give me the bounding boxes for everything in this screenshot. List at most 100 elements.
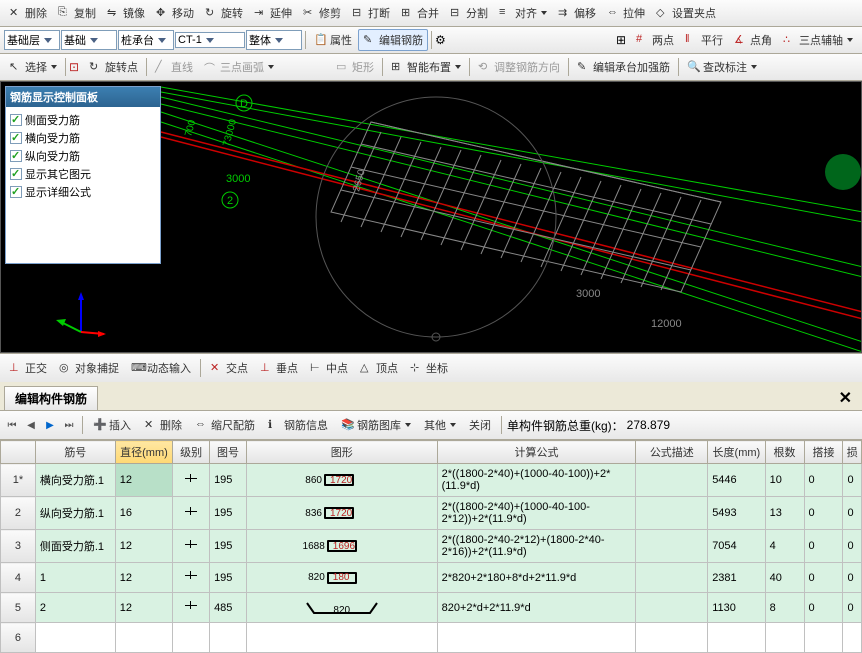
info-button[interactable]: ℹ钢筋信息 <box>263 414 333 436</box>
cell-loss[interactable]: 0 <box>843 464 862 497</box>
table-row-empty[interactable]: 6 <box>1 623 862 653</box>
select-button[interactable]: ↖选择 <box>4 56 62 78</box>
copy-button[interactable]: ⎘复制 <box>53 2 101 24</box>
cell-shape[interactable]: 820180 <box>246 563 437 593</box>
dyn-toggle[interactable]: ⌨动态输入 <box>126 357 196 379</box>
col-blank[interactable] <box>1 441 36 464</box>
cell-code[interactable]: 195 <box>210 530 247 563</box>
cell-code[interactable]: 195 <box>210 464 247 497</box>
insert-button[interactable]: ➕插入 <box>88 414 136 436</box>
nav-first[interactable]: ⏮ <box>4 417 20 433</box>
cell-grade[interactable] <box>173 530 210 563</box>
move-button[interactable]: ✥移动 <box>151 2 199 24</box>
cell-len[interactable]: 5446 <box>708 464 765 497</box>
cell-dia[interactable]: 12 <box>115 563 172 593</box>
col-code[interactable]: 图号 <box>210 441 247 464</box>
table-row[interactable]: 3侧面受力筋.112195168816962*((1800-2*40-2*12)… <box>1 530 862 563</box>
col-len[interactable]: 长度(mm) <box>708 441 765 464</box>
adjust-button[interactable]: ⟲调整钢筋方向 <box>473 56 565 78</box>
inter-toggle[interactable]: ✕交点 <box>205 357 253 379</box>
cell-code[interactable]: 485 <box>210 593 247 623</box>
twopt-button[interactable]: #两点 <box>631 29 679 51</box>
table-row[interactable]: 5212485820820+2*d+2*11.9*d1130800 <box>1 593 862 623</box>
col-name[interactable]: 筋号 <box>35 441 115 464</box>
nav-next[interactable]: ▶ <box>42 417 58 433</box>
merge-button[interactable]: ⊞合并 <box>396 2 444 24</box>
table-row[interactable]: 41121958201802*820+2*180+8*d+2*11.9*d238… <box>1 563 862 593</box>
coord-toggle[interactable]: ⊹坐标 <box>405 357 453 379</box>
table-row[interactable]: 1*横向受力筋.11219586017202*((1800-2*40)+(100… <box>1 464 862 497</box>
arc3-button[interactable]: ⌒三点画弧 <box>199 56 279 78</box>
setgrip-button[interactable]: ◇设置夹点 <box>651 2 721 24</box>
col-shape[interactable]: 图形 <box>246 441 437 464</box>
split-button[interactable]: ⊟分割 <box>445 2 493 24</box>
cell-formula[interactable]: 2*((1800-2*40)+(1000-40-100))+2*(11.9*d) <box>437 464 636 497</box>
extend-button[interactable]: ⇥延伸 <box>249 2 297 24</box>
col-desc[interactable]: 公式描述 <box>636 441 708 464</box>
mid-toggle[interactable]: ⊢中点 <box>305 357 353 379</box>
cell-desc[interactable] <box>636 530 708 563</box>
cell-dia[interactable]: 12 <box>115 593 172 623</box>
layer3-dropdown[interactable]: 桩承台 <box>118 30 174 50</box>
cell-loss[interactable]: 0 <box>843 593 862 623</box>
cell-shape[interactable]: 8601720 <box>246 464 437 497</box>
editcap-button[interactable]: ✎编辑承台加强筋 <box>572 56 675 78</box>
col-formula[interactable]: 计算公式 <box>437 441 636 464</box>
rotpt-button[interactable]: ↻旋转点 <box>84 56 143 78</box>
cell-cnt[interactable]: 4 <box>765 530 804 563</box>
perp-toggle[interactable]: ⊥垂点 <box>255 357 303 379</box>
cell-lap[interactable]: 0 <box>804 497 843 530</box>
cell-shape[interactable]: 8361720 <box>246 497 437 530</box>
col-grade[interactable]: 级别 <box>173 441 210 464</box>
cell-loss[interactable]: 0 <box>843 497 862 530</box>
cell-shape[interactable]: 820 <box>246 593 437 623</box>
cell-dia[interactable]: 12 <box>115 530 172 563</box>
apex-toggle[interactable]: △顶点 <box>355 357 403 379</box>
cell-name[interactable]: 横向受力筋.1 <box>35 464 115 497</box>
cell-len[interactable]: 2381 <box>708 563 765 593</box>
target-icon[interactable]: ⊡ <box>69 60 83 74</box>
cell-grade[interactable] <box>173 464 210 497</box>
cell-cnt[interactable]: 40 <box>765 563 804 593</box>
osnap-toggle[interactable]: ◎对象捕捉 <box>54 357 124 379</box>
cell-code[interactable]: 195 <box>210 497 247 530</box>
parallel-button[interactable]: ‖平行 <box>680 29 728 51</box>
mirror-button[interactable]: ⇋镜像 <box>102 2 150 24</box>
cell-len[interactable]: 7054 <box>708 530 765 563</box>
stretch-button[interactable]: ⇔拉伸 <box>602 2 650 24</box>
offset-button[interactable]: ⇉偏移 <box>553 2 601 24</box>
props-button[interactable]: 📋属性 <box>309 29 357 51</box>
cell-len[interactable]: 5493 <box>708 497 765 530</box>
trim-button[interactable]: ✂修剪 <box>298 2 346 24</box>
cell-grade[interactable] <box>173 563 210 593</box>
editbar-button[interactable]: ✎编辑钢筋 <box>358 29 428 51</box>
cell-lap[interactable]: 0 <box>804 593 843 623</box>
cell-lap[interactable]: 0 <box>804 464 843 497</box>
cell-shape[interactable]: 16881696 <box>246 530 437 563</box>
cell-formula[interactable]: 2*820+2*180+8*d+2*11.9*d <box>437 563 636 593</box>
cell-name[interactable]: 侧面受力筋.1 <box>35 530 115 563</box>
ortho-toggle[interactable]: ⊥正交 <box>4 357 52 379</box>
checkbox-vert[interactable] <box>10 150 22 162</box>
lib-button[interactable]: 📚钢筋图库 <box>336 414 416 436</box>
check-button[interactable]: 🔍查改标注 <box>682 56 762 78</box>
other-button[interactable]: 其他 <box>419 414 461 436</box>
delete-row-button[interactable]: ✕删除 <box>139 414 187 436</box>
smart-button[interactable]: ⊞智能布置 <box>386 56 466 78</box>
cell-desc[interactable] <box>636 464 708 497</box>
table-row[interactable]: 2纵向受力筋.11619583617202*((1800-2*40)+(1000… <box>1 497 862 530</box>
layer2-dropdown[interactable]: 基础 <box>61 30 117 50</box>
col-cnt[interactable]: 根数 <box>765 441 804 464</box>
gear-icon[interactable]: ⚙ <box>435 33 449 47</box>
cell-loss[interactable]: 0 <box>843 530 862 563</box>
cell-desc[interactable] <box>636 593 708 623</box>
rect-button[interactable]: ▭矩形 <box>331 56 379 78</box>
cell-name[interactable]: 纵向受力筋.1 <box>35 497 115 530</box>
cell-cnt[interactable]: 10 <box>765 464 804 497</box>
cell-len[interactable]: 1130 <box>708 593 765 623</box>
viewport[interactable]: 钢筋显示控制面板 侧面受力筋 横向受力筋 纵向受力筋 显示其它图元 显示详细公式 <box>0 81 862 353</box>
cell-name[interactable]: 2 <box>35 593 115 623</box>
close-button[interactable]: ✕ <box>833 388 858 408</box>
checkbox-side[interactable] <box>10 114 22 126</box>
cell-name[interactable]: 1 <box>35 563 115 593</box>
